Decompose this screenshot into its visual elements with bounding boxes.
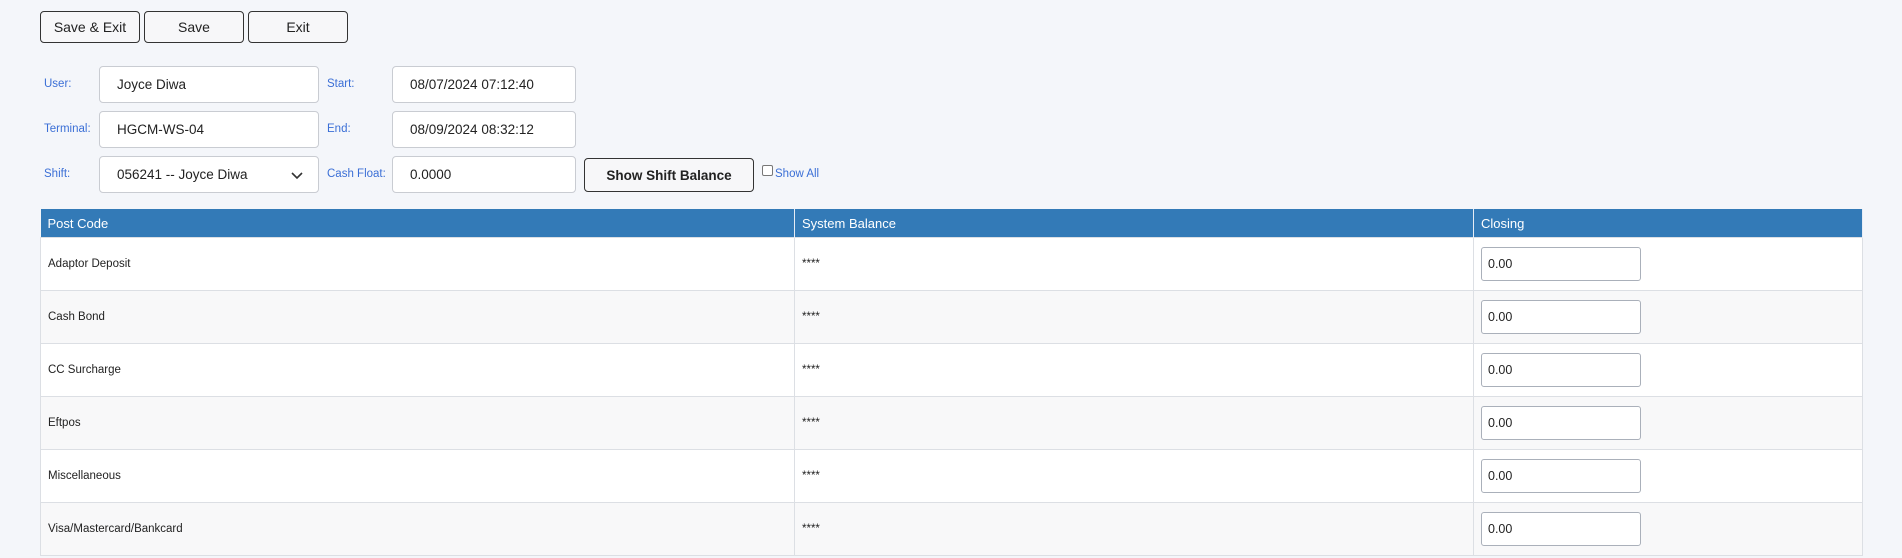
table-row: Visa/Mastercard/Bankcard **** 0.00 — [40, 502, 1863, 556]
cash-float-field[interactable]: 0.0000 — [392, 156, 576, 193]
shift-label: Shift: — [44, 168, 71, 180]
system-balance-cell: **** — [794, 290, 1474, 344]
end-label: End: — [327, 123, 351, 135]
table-row: Eftpos **** 0.00 — [40, 396, 1863, 450]
post-code-cell: Cash Bond — [40, 290, 795, 344]
column-header-closing[interactable]: Closing — [1473, 209, 1863, 238]
show-all-checkbox[interactable] — [762, 165, 773, 176]
start-value: 08/07/2024 07:12:40 — [410, 77, 534, 92]
post-code-cell: Miscellaneous — [40, 449, 795, 503]
terminal-field[interactable]: HGCM-WS-04 — [99, 111, 319, 148]
closing-cell: 0.00 — [1473, 396, 1863, 450]
closing-input[interactable]: 0.00 — [1481, 406, 1641, 440]
post-code-cell: CC Surcharge — [40, 343, 795, 397]
chevron-down-icon — [291, 171, 303, 179]
save-exit-button[interactable]: Save & Exit — [40, 11, 140, 43]
closing-input[interactable]: 0.00 — [1481, 300, 1641, 334]
user-label: User: — [44, 78, 72, 90]
table-row: Adaptor Deposit **** 0.00 — [40, 237, 1863, 291]
toolbar: Save & Exit Save Exit — [40, 11, 348, 43]
end-value: 08/09/2024 08:32:12 — [410, 122, 534, 137]
shift-value: 056241 -- Joyce Diwa — [117, 167, 248, 182]
terminal-label: Terminal: — [44, 123, 91, 135]
closing-cell: 0.00 — [1473, 290, 1863, 344]
system-balance-cell: **** — [794, 502, 1474, 556]
closing-input[interactable]: 0.00 — [1481, 512, 1641, 546]
save-button[interactable]: Save — [144, 11, 244, 43]
end-field[interactable]: 08/09/2024 08:32:12 — [392, 111, 576, 148]
table-row: Cash Bond **** 0.00 — [40, 290, 1863, 344]
column-header-system-balance[interactable]: System Balance — [794, 209, 1474, 238]
closing-input[interactable]: 0.00 — [1481, 459, 1641, 493]
show-shift-balance-button[interactable]: Show Shift Balance — [584, 158, 754, 192]
post-code-table: Post Code System Balance Closing Adaptor… — [40, 209, 1863, 556]
exit-button[interactable]: Exit — [248, 11, 348, 43]
table-row: Miscellaneous **** 0.00 — [40, 449, 1863, 503]
system-balance-cell: **** — [794, 449, 1474, 503]
cash-float-label: Cash Float: — [327, 168, 386, 180]
start-field[interactable]: 08/07/2024 07:12:40 — [392, 66, 576, 103]
cash-float-value: 0.0000 — [410, 167, 452, 182]
user-field[interactable]: Joyce Diwa — [99, 66, 319, 103]
system-balance-cell: **** — [794, 396, 1474, 450]
terminal-value: HGCM-WS-04 — [117, 122, 204, 137]
system-balance-cell: **** — [794, 237, 1474, 291]
closing-input[interactable]: 0.00 — [1481, 247, 1641, 281]
closing-cell: 0.00 — [1473, 449, 1863, 503]
closing-input[interactable]: 0.00 — [1481, 353, 1641, 387]
table-row: CC Surcharge **** 0.00 — [40, 343, 1863, 397]
closing-cell: 0.00 — [1473, 343, 1863, 397]
start-label: Start: — [327, 78, 355, 90]
closing-cell: 0.00 — [1473, 237, 1863, 291]
shift-select[interactable]: 056241 -- Joyce Diwa — [99, 156, 319, 193]
table-header-row: Post Code System Balance Closing — [40, 209, 1863, 238]
post-code-cell: Adaptor Deposit — [40, 237, 795, 291]
column-header-post-code[interactable]: Post Code — [40, 209, 795, 238]
closing-cell: 0.00 — [1473, 502, 1863, 556]
system-balance-cell: **** — [794, 343, 1474, 397]
post-code-cell: Eftpos — [40, 396, 795, 450]
show-all-label[interactable]: Show All — [775, 168, 819, 180]
post-code-cell: Visa/Mastercard/Bankcard — [40, 502, 795, 556]
user-value: Joyce Diwa — [117, 77, 187, 92]
